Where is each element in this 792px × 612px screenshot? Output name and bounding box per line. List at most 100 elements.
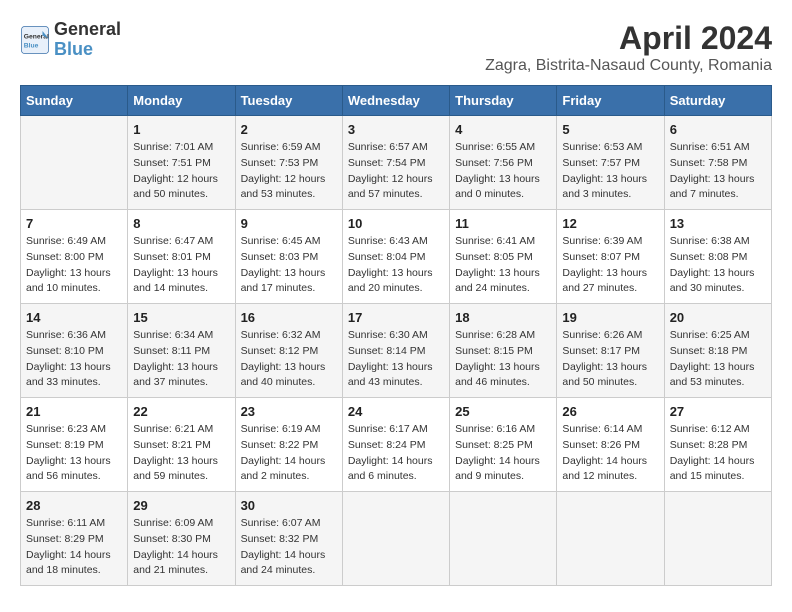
day-detail: Sunrise: 6:49 AMSunset: 8:00 PMDaylight:…: [26, 234, 122, 297]
calendar-cell: 28 Sunrise: 6:11 AMSunset: 8:29 PMDayligh…: [21, 492, 128, 586]
day-detail: Sunrise: 6:07 AMSunset: 8:32 PMDaylight:…: [241, 516, 337, 579]
day-number: 13: [670, 216, 766, 231]
day-number: 12: [562, 216, 658, 231]
day-number: 2: [241, 122, 337, 137]
calendar-body: 1 Sunrise: 7:01 AMSunset: 7:51 PMDaylight…: [21, 116, 772, 586]
day-header-tuesday: Tuesday: [235, 86, 342, 116]
calendar-cell: 5 Sunrise: 6:53 AMSunset: 7:57 PMDaylight…: [557, 116, 664, 210]
day-number: 17: [348, 310, 444, 325]
day-detail: Sunrise: 6:23 AMSunset: 8:19 PMDaylight:…: [26, 422, 122, 485]
day-detail: Sunrise: 6:21 AMSunset: 8:21 PMDaylight:…: [133, 422, 229, 485]
calendar-week-4: 21 Sunrise: 6:23 AMSunset: 8:19 PMDayligh…: [21, 398, 772, 492]
calendar-cell: 24 Sunrise: 6:17 AMSunset: 8:24 PMDayligh…: [342, 398, 449, 492]
calendar-subtitle: Zagra, Bistrita-Nasaud County, Romania: [485, 57, 772, 75]
day-number: 10: [348, 216, 444, 231]
day-number: 6: [670, 122, 766, 137]
svg-text:Blue: Blue: [24, 42, 39, 49]
calendar-cell: [450, 492, 557, 586]
calendar-cell: 2 Sunrise: 6:59 AMSunset: 7:53 PMDaylight…: [235, 116, 342, 210]
day-detail: Sunrise: 6:43 AMSunset: 8:04 PMDaylight:…: [348, 234, 444, 297]
day-detail: Sunrise: 6:36 AMSunset: 8:10 PMDaylight:…: [26, 328, 122, 391]
day-number: 24: [348, 404, 444, 419]
calendar-cell: 21 Sunrise: 6:23 AMSunset: 8:19 PMDayligh…: [21, 398, 128, 492]
calendar-cell: [664, 492, 771, 586]
day-detail: Sunrise: 6:28 AMSunset: 8:15 PMDaylight:…: [455, 328, 551, 391]
generalblue-icon: General Blue: [20, 25, 50, 55]
day-number: 29: [133, 498, 229, 513]
calendar-cell: 15 Sunrise: 6:34 AMSunset: 8:11 PMDayligh…: [128, 304, 235, 398]
calendar-cell: 7 Sunrise: 6:49 AMSunset: 8:00 PMDaylight…: [21, 210, 128, 304]
day-detail: Sunrise: 6:26 AMSunset: 8:17 PMDaylight:…: [562, 328, 658, 391]
day-number: 30: [241, 498, 337, 513]
calendar-cell: 20Sunrise: 6:25 AMSunset: 8:18 PMDayligh…: [664, 304, 771, 398]
calendar-cell: [21, 116, 128, 210]
day-number: 1: [133, 122, 229, 137]
calendar-cell: 9Sunrise: 6:45 AMSunset: 8:03 PMDaylight…: [235, 210, 342, 304]
day-detail: Sunrise: 6:55 AMSunset: 7:56 PMDaylight:…: [455, 140, 551, 203]
day-number: 18: [455, 310, 551, 325]
day-detail: Sunrise: 6:51 AMSunset: 7:58 PMDaylight:…: [670, 140, 766, 203]
day-detail: Sunrise: 6:11 AMSunset: 8:29 PMDaylight:…: [26, 516, 122, 579]
day-detail: Sunrise: 6:30 AMSunset: 8:14 PMDaylight:…: [348, 328, 444, 391]
day-number: 26: [562, 404, 658, 419]
logo-text: GeneralBlue: [54, 20, 121, 60]
day-number: 8: [133, 216, 229, 231]
calendar-title: April 2024: [485, 20, 772, 57]
calendar-header-row: SundayMondayTuesdayWednesdayThursdayFrid…: [21, 86, 772, 116]
calendar-cell: 17 Sunrise: 6:30 AMSunset: 8:14 PMDayligh…: [342, 304, 449, 398]
day-number: 11: [455, 216, 551, 231]
day-header-saturday: Saturday: [664, 86, 771, 116]
calendar-cell: 1 Sunrise: 7:01 AMSunset: 7:51 PMDaylight…: [128, 116, 235, 210]
day-header-friday: Friday: [557, 86, 664, 116]
day-detail: Sunrise: 6:38 AMSunset: 8:08 PMDaylight:…: [670, 234, 766, 297]
day-number: 28: [26, 498, 122, 513]
calendar-cell: 18 Sunrise: 6:28 AMSunset: 8:15 PMDayligh…: [450, 304, 557, 398]
calendar-cell: 11Sunrise: 6:41 AMSunset: 8:05 PMDayligh…: [450, 210, 557, 304]
day-number: 20: [670, 310, 766, 325]
calendar-cell: 16Sunrise: 6:32 AMSunset: 8:12 PMDayligh…: [235, 304, 342, 398]
day-number: 3: [348, 122, 444, 137]
calendar-cell: 3 Sunrise: 6:57 AMSunset: 7:54 PMDaylight…: [342, 116, 449, 210]
calendar-week-2: 7 Sunrise: 6:49 AMSunset: 8:00 PMDaylight…: [21, 210, 772, 304]
day-header-sunday: Sunday: [21, 86, 128, 116]
day-number: 15: [133, 310, 229, 325]
calendar-cell: 30 Sunrise: 6:07 AMSunset: 8:32 PMDayligh…: [235, 492, 342, 586]
calendar-cell: 22 Sunrise: 6:21 AMSunset: 8:21 PMDayligh…: [128, 398, 235, 492]
calendar-table: SundayMondayTuesdayWednesdayThursdayFrid…: [20, 85, 772, 586]
day-number: 4: [455, 122, 551, 137]
day-number: 19: [562, 310, 658, 325]
calendar-cell: 27 Sunrise: 6:12 AMSunset: 8:28 PMDayligh…: [664, 398, 771, 492]
calendar-cell: [342, 492, 449, 586]
day-number: 14: [26, 310, 122, 325]
day-detail: Sunrise: 6:34 AMSunset: 8:11 PMDaylight:…: [133, 328, 229, 391]
calendar-cell: 4 Sunrise: 6:55 AMSunset: 7:56 PMDaylight…: [450, 116, 557, 210]
day-detail: Sunrise: 6:39 AMSunset: 8:07 PMDaylight:…: [562, 234, 658, 297]
day-number: 5: [562, 122, 658, 137]
day-header-wednesday: Wednesday: [342, 86, 449, 116]
calendar-week-3: 14 Sunrise: 6:36 AMSunset: 8:10 PMDayligh…: [21, 304, 772, 398]
calendar-cell: 6 Sunrise: 6:51 AMSunset: 7:58 PMDaylight…: [664, 116, 771, 210]
day-detail: Sunrise: 6:59 AMSunset: 7:53 PMDaylight:…: [241, 140, 337, 203]
day-detail: Sunrise: 6:45 AMSunset: 8:03 PMDaylight:…: [241, 234, 337, 297]
day-detail: Sunrise: 6:16 AMSunset: 8:25 PMDaylight:…: [455, 422, 551, 485]
calendar-cell: 10 Sunrise: 6:43 AMSunset: 8:04 PMDayligh…: [342, 210, 449, 304]
calendar-cell: 13 Sunrise: 6:38 AMSunset: 8:08 PMDayligh…: [664, 210, 771, 304]
day-number: 25: [455, 404, 551, 419]
day-number: 7: [26, 216, 122, 231]
day-detail: Sunrise: 7:01 AMSunset: 7:51 PMDaylight:…: [133, 140, 229, 203]
day-detail: Sunrise: 6:09 AMSunset: 8:30 PMDaylight:…: [133, 516, 229, 579]
day-number: 16: [241, 310, 337, 325]
calendar-cell: 25 Sunrise: 6:16 AMSunset: 8:25 PMDayligh…: [450, 398, 557, 492]
calendar-cell: 8Sunrise: 6:47 AMSunset: 8:01 PMDaylight…: [128, 210, 235, 304]
day-detail: Sunrise: 6:17 AMSunset: 8:24 PMDaylight:…: [348, 422, 444, 485]
logo: General Blue GeneralBlue: [20, 20, 121, 60]
header: General Blue GeneralBlue April 2024 Zagr…: [20, 20, 772, 75]
day-detail: Sunrise: 6:57 AMSunset: 7:54 PMDaylight:…: [348, 140, 444, 203]
day-detail: Sunrise: 6:53 AMSunset: 7:57 PMDaylight:…: [562, 140, 658, 203]
day-number: 21: [26, 404, 122, 419]
calendar-week-1: 1 Sunrise: 7:01 AMSunset: 7:51 PMDaylight…: [21, 116, 772, 210]
day-number: 27: [670, 404, 766, 419]
day-number: 22: [133, 404, 229, 419]
day-detail: Sunrise: 6:12 AMSunset: 8:28 PMDaylight:…: [670, 422, 766, 485]
calendar-cell: 26Sunrise: 6:14 AMSunset: 8:26 PMDayligh…: [557, 398, 664, 492]
